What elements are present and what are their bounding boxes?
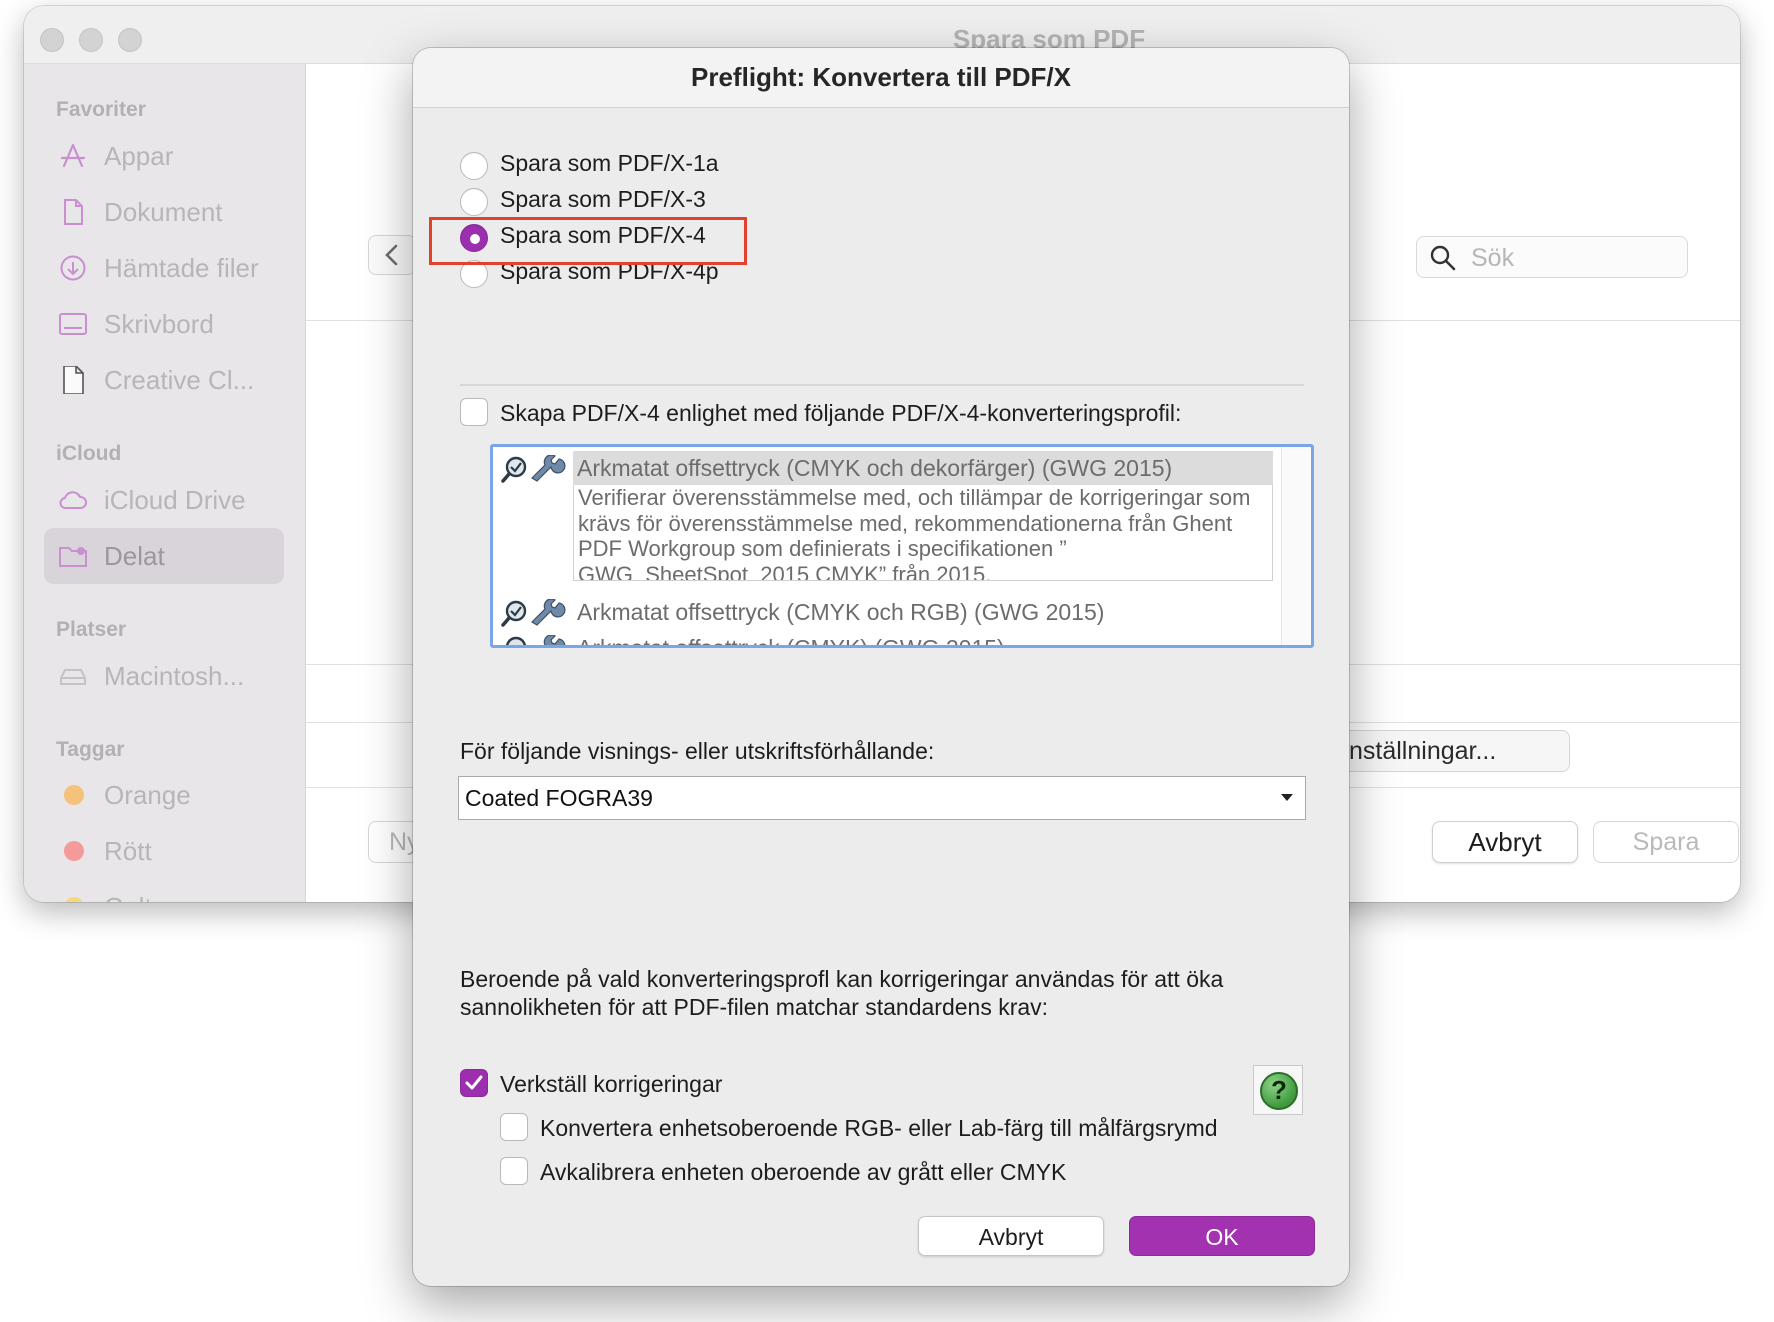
search-field[interactable]: Sök (1416, 236, 1688, 278)
sidebar-tag-yellow[interactable]: Gult (44, 879, 284, 902)
sidebar-item-icloud-drive[interactable]: iCloud Drive (44, 472, 284, 528)
sidebar-header-favorites: Favoriter (56, 98, 146, 121)
desktop-icon (59, 313, 87, 335)
sidebar-item-label: Macintosh... (104, 661, 245, 691)
checkmark-icon (465, 1075, 483, 1090)
preflight-fixup-icon (506, 635, 566, 645)
close-window-button[interactable] (40, 28, 64, 52)
tag-color-dot (64, 841, 84, 861)
convert-rgb-lab-label: Konvertera enhetsoberoende RGB- eller La… (540, 1115, 1218, 1141)
chevron-left-icon (385, 244, 398, 266)
downloads-icon (60, 255, 86, 281)
sidebar-item-downloads[interactable]: Hämtade filer (44, 240, 284, 296)
back-button[interactable] (368, 235, 416, 275)
save-cancel-button[interactable]: Avbryt (1432, 821, 1578, 863)
sidebar-item-label: Dokument (104, 197, 223, 227)
select-value: Coated FOGRA39 (465, 785, 653, 811)
corrections-info-text: Beroende på vald konverteringsprofl kan … (460, 966, 1224, 1020)
sidebar-item-documents[interactable]: Dokument (44, 184, 284, 240)
profile-name: Arkmatat offsettryck (CMYK) (GWG 2015) (577, 635, 1005, 648)
sidebar-header-tags: Taggar (56, 738, 125, 761)
divider (460, 384, 1304, 386)
search-placeholder: Sök (1471, 244, 1515, 272)
sidebar-header-icloud: iCloud (56, 442, 122, 465)
sidebar-item-shared[interactable]: Delat (44, 528, 284, 584)
shared-folder-icon (59, 547, 87, 567)
condition-label: För följande visnings- eller utskriftsfö… (460, 738, 935, 764)
dialog-title: Preflight: Konvertera till PDF/X (691, 62, 1071, 92)
ok-button[interactable]: OK (1129, 1216, 1315, 1256)
minimize-window-button[interactable] (79, 28, 103, 52)
sidebar-item-label: Rött (104, 836, 152, 866)
profile-name: Arkmatat offsettryck (CMYK och dekorfärg… (573, 451, 1273, 485)
radio-button[interactable] (460, 152, 488, 180)
profile-checkbox[interactable] (460, 398, 488, 426)
cloud-icon (59, 491, 87, 509)
sidebar-item-desktop[interactable]: Skrivbord (44, 296, 284, 352)
tag-color-dot (64, 897, 84, 902)
list-scrollbar[interactable] (1281, 447, 1311, 645)
zoom-window-button[interactable] (118, 28, 142, 52)
output-condition-select[interactable]: Coated FOGRA39 (458, 776, 1306, 820)
dropdown-arrow-icon (1281, 794, 1293, 801)
sidebar-item-label: Orange (104, 780, 191, 810)
sidebar-tag-red[interactable]: Rött (44, 823, 284, 879)
conversion-profile-list[interactable]: Arkmatat offsettryck (CMYK och dekorfärg… (490, 444, 1314, 648)
sidebar-item-label: Gult (104, 892, 152, 902)
preflight-dialog: Preflight: Konvertera till PDF/X Spara s… (413, 48, 1349, 1286)
decalibrate-label: Avkalibrera enheten oberoende av grått e… (540, 1159, 1067, 1185)
hard-drive-icon (60, 669, 86, 685)
help-button[interactable]: ? (1253, 1065, 1303, 1115)
radio-label: Spara som PDF/X-1a (500, 150, 719, 176)
sidebar-item-label: Hämtade filer (104, 253, 259, 283)
radio-button[interactable] (460, 188, 488, 216)
save-button[interactable]: Spara (1593, 821, 1739, 863)
search-icon (1430, 245, 1456, 271)
profile-description: Verifierar överensstämmelse med, och til… (573, 485, 1273, 581)
sidebar-item-label: Creative Cl... (104, 365, 255, 395)
sidebar-item-label: iCloud Drive (104, 485, 246, 515)
radio-label: Spara som PDF/X-3 (500, 186, 706, 212)
apply-corrections-checkbox[interactable] (460, 1069, 488, 1097)
apply-corrections-label: Verkställ korrigeringar (500, 1071, 723, 1097)
document-icon (64, 199, 83, 225)
tag-color-dot (64, 785, 84, 805)
help-icon: ? (1260, 1072, 1298, 1110)
sidebar-item-label: Appar (104, 141, 174, 171)
apps-icon (60, 143, 86, 168)
settings-button[interactable]: nställningar... (1326, 730, 1570, 772)
decalibrate-checkbox[interactable] (500, 1157, 528, 1185)
profile-name: Arkmatat offsettryck (CMYK och RGB) (GWG… (577, 599, 1105, 625)
profile-checkbox-label: Skapa PDF/X-4 enlighet med följande PDF/… (500, 400, 1182, 426)
sidebar-item-label: Skrivbord (104, 309, 214, 339)
convert-rgb-lab-checkbox[interactable] (500, 1113, 528, 1141)
sidebar-item-macintosh-hd[interactable]: Macintosh... (44, 648, 284, 704)
cancel-button[interactable]: Avbryt (918, 1216, 1104, 1256)
dialog-titlebar: Preflight: Konvertera till PDF/X (413, 48, 1349, 108)
sidebar-tag-orange[interactable]: Orange (44, 767, 284, 823)
sidebar-header-places: Platser (56, 618, 127, 641)
sidebar-item-creative-cloud[interactable]: Creative Cl... (44, 352, 284, 408)
preflight-fixup-icon (501, 599, 566, 627)
finder-sidebar: Favoriter Appar Dokument Hämtade filer S… (24, 64, 306, 902)
file-icon (63, 366, 84, 394)
preflight-fixup-icon (501, 455, 566, 483)
sidebar-item-label: Delat (104, 541, 165, 571)
annotation-highlight-box (429, 217, 747, 265)
sidebar-item-apps[interactable]: Appar (44, 128, 284, 184)
